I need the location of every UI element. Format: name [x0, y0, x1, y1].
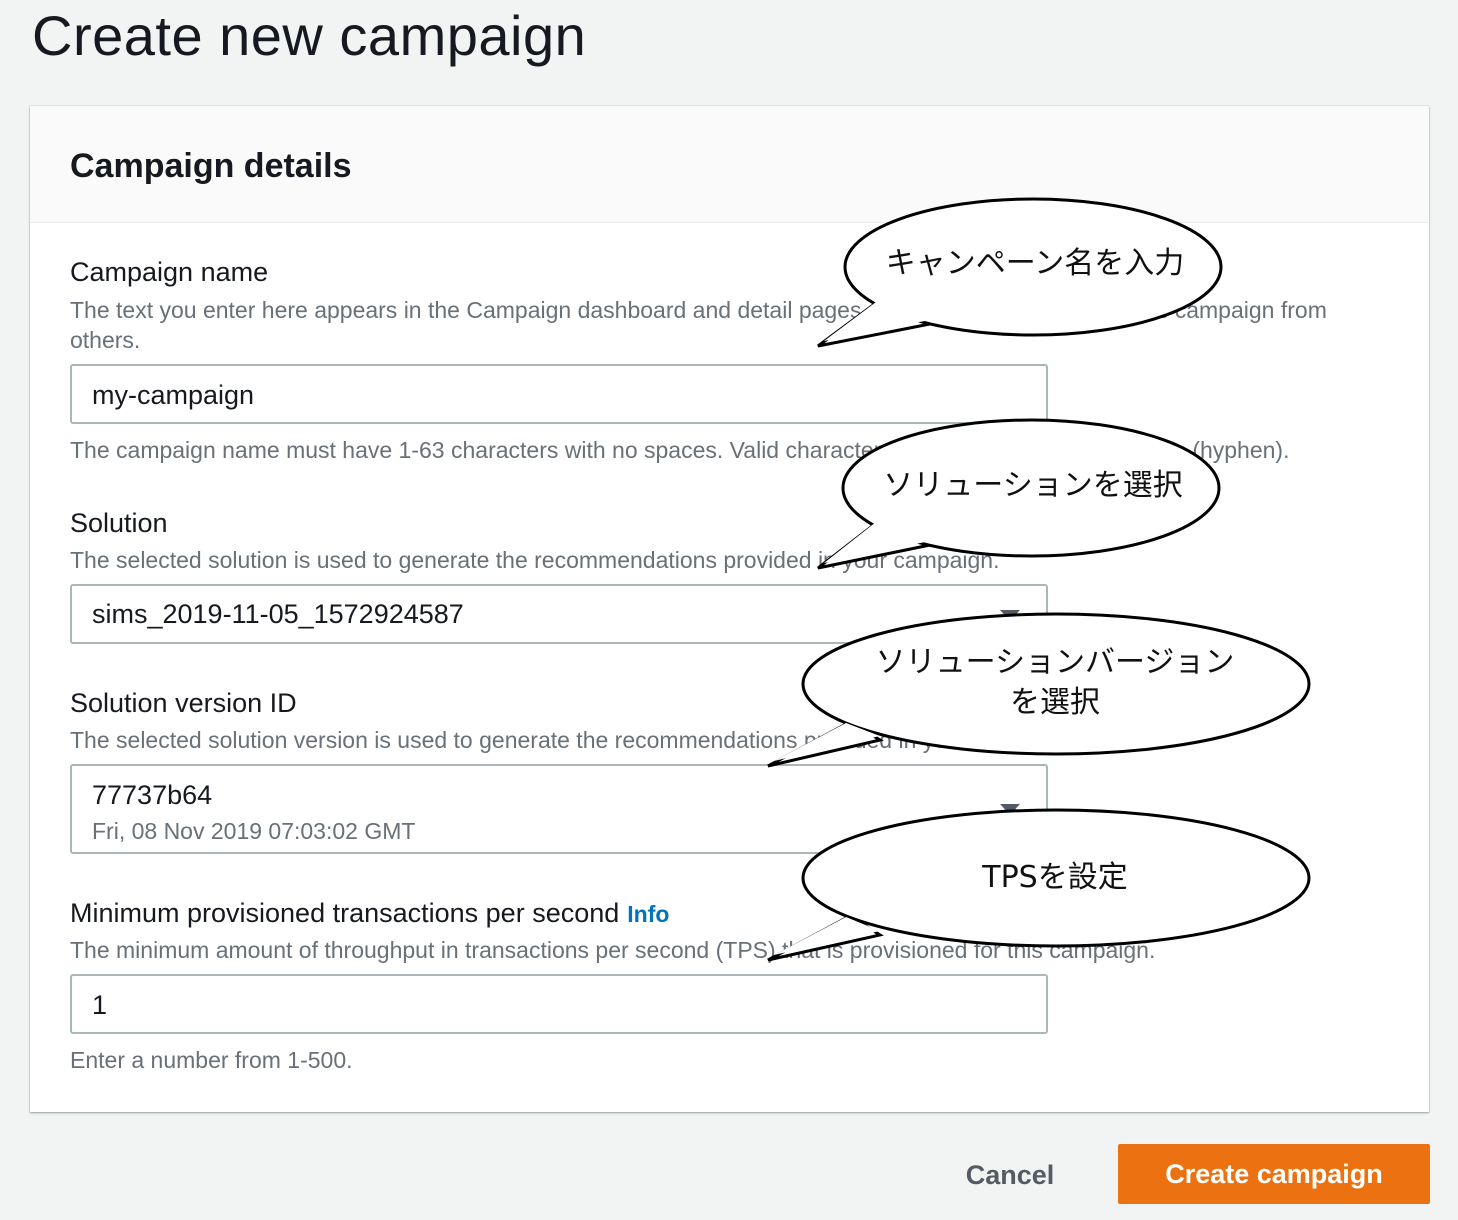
panel-title: Campaign details: [70, 147, 352, 185]
campaign-name-value: my-campaign: [92, 380, 255, 410]
solution-version-description: The selected solution version is used to…: [70, 727, 1081, 753]
solution-select[interactable]: sims_2019-11-05_1572924587: [70, 584, 1048, 644]
panel-header: Campaign details: [30, 106, 1429, 223]
solution-label: Solution: [70, 508, 168, 538]
callout-text-1: キャンペーン名を入力: [885, 246, 1185, 281]
min-tps-label-text: Minimum provisioned transactions per sec…: [70, 898, 620, 928]
callout-text-4: TPSを設定: [982, 860, 1128, 895]
info-link[interactable]: Info: [627, 901, 669, 927]
campaign-name-description: The text you enter here appears in the C…: [70, 297, 1327, 353]
min-tps-constraint: Enter a number from 1-500.: [70, 1047, 353, 1073]
min-tps-value: 1: [92, 990, 108, 1020]
create-campaign-button[interactable]: Create campaign: [1118, 1144, 1430, 1204]
solution-selected-value: sims_2019-11-05_1572924587: [92, 599, 464, 629]
callout-text-2: ソリューションを選択: [883, 468, 1183, 503]
solution-version-label: Solution version ID: [70, 688, 297, 718]
callout-text-3: ソリューションバージョン を選択: [875, 645, 1235, 720]
solution-description: The selected solution is used to generat…: [70, 547, 1000, 573]
solution-version-selected-value: 77737b64: [92, 780, 213, 810]
chevron-down-icon: [1000, 804, 1020, 815]
campaign-name-input[interactable]: my-campaign: [70, 364, 1048, 424]
min-tps-label: Minimum provisioned transactions per sec…: [70, 897, 669, 930]
solution-version-selected-date: Fri, 08 Nov 2019 07:03:02 GMT: [92, 818, 416, 844]
chevron-down-icon: [1000, 610, 1020, 621]
page-title: Create new campaign: [32, 4, 587, 67]
campaign-name-constraint: The campaign name must have 1-63 charact…: [70, 437, 1290, 463]
min-tps-input[interactable]: 1: [70, 974, 1048, 1034]
min-tps-description: The minimum amount of throughput in tran…: [70, 937, 1156, 963]
cancel-button[interactable]: Cancel: [940, 1146, 1080, 1204]
solution-version-select[interactable]: 77737b64 Fri, 08 Nov 2019 07:03:02 GMT: [70, 764, 1048, 854]
campaign-name-label: Campaign name: [70, 257, 269, 287]
